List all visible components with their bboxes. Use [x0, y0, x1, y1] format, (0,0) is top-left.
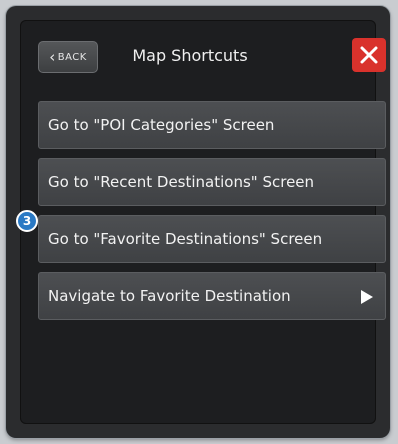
close-icon [360, 46, 378, 64]
panel-title: Map Shortcuts [132, 46, 248, 65]
back-button-label: BACK [57, 51, 87, 63]
shortcut-list: Go to "POI Categories" Screen Go to "Rec… [38, 101, 386, 329]
shortcut-label: Go to "Recent Destinations" Screen [48, 173, 315, 191]
shortcut-recent-destinations[interactable]: Go to "Recent Destinations" Screen [38, 158, 386, 206]
shortcut-label: Go to "Favorite Destinations" Screen [48, 230, 323, 248]
panel-header: ‹ BACK Map Shortcuts [20, 20, 386, 84]
close-button[interactable] [352, 38, 386, 72]
shortcut-label: Go to "POI Categories" Screen [48, 116, 275, 134]
back-button[interactable]: ‹ BACK [38, 41, 98, 73]
callout-badge: 3 [16, 210, 38, 232]
shortcut-label: Navigate to Favorite Destination [48, 287, 291, 305]
shortcut-favorite-destinations[interactable]: Go to "Favorite Destinations" Screen [38, 215, 386, 263]
play-arrow-icon [361, 290, 373, 304]
device-frame: ‹ BACK Map Shortcuts Go to "POI Categori… [6, 6, 390, 438]
shortcut-poi-categories[interactable]: Go to "POI Categories" Screen [38, 101, 386, 149]
chevron-left-icon: ‹ [49, 47, 56, 66]
map-shortcuts-panel: ‹ BACK Map Shortcuts Go to "POI Categori… [20, 20, 386, 424]
shortcut-navigate-favorite[interactable]: Navigate to Favorite Destination [38, 272, 386, 320]
